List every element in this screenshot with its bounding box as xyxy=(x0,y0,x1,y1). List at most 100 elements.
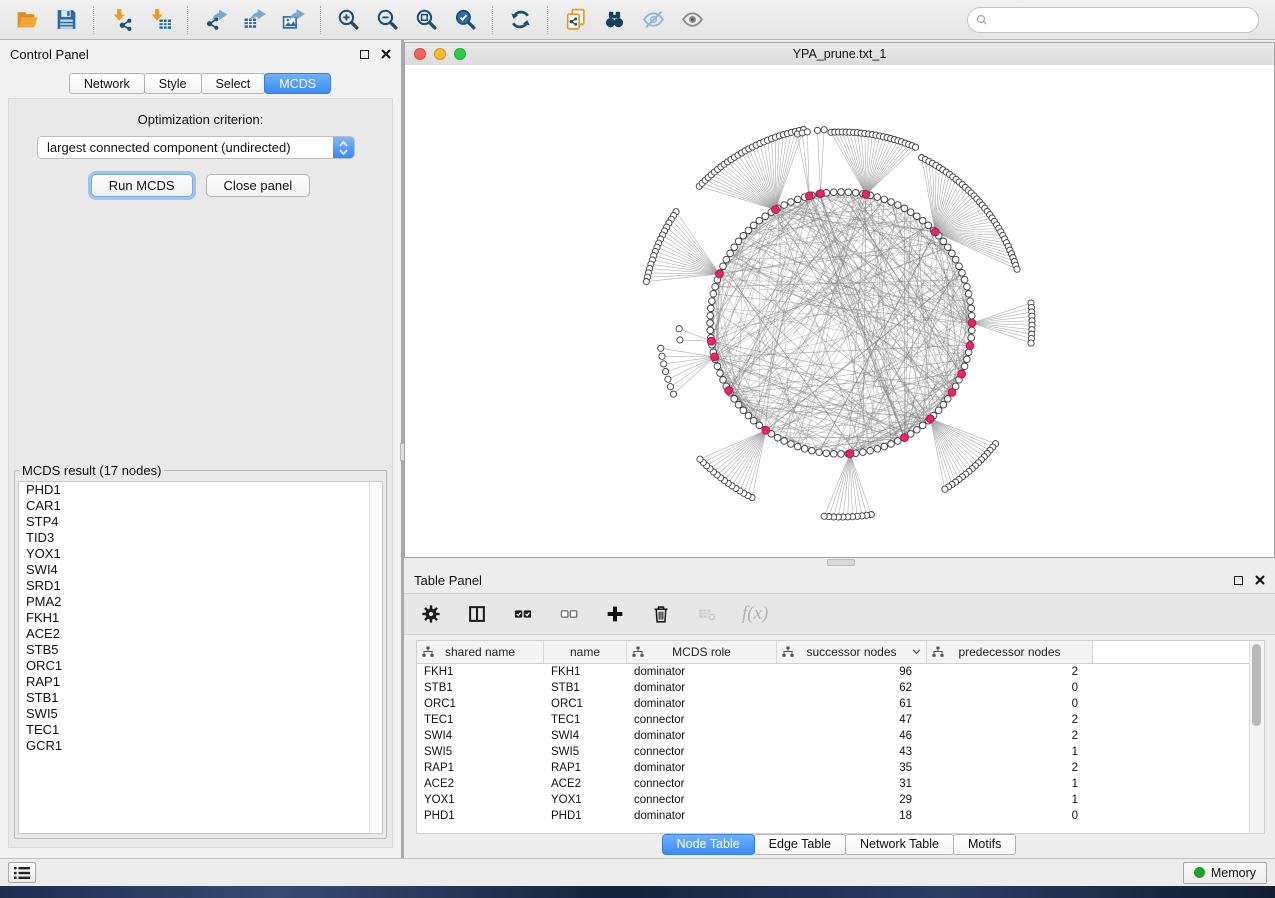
table-scrollbar[interactable] xyxy=(1249,641,1264,833)
mcds-result-node[interactable]: FKH1 xyxy=(19,610,382,626)
import-table-button[interactable] xyxy=(141,3,180,37)
hide-selected-button[interactable] xyxy=(634,3,673,37)
tab-node-table[interactable]: Node Table xyxy=(662,834,755,855)
column-header-predecessor-nodes[interactable]: predecessor nodes xyxy=(927,641,1093,663)
mcds-tab-content: Optimization criterion: largest connecte… xyxy=(8,98,393,848)
mcds-result-node[interactable]: ACE2 xyxy=(19,626,382,642)
network-canvas[interactable] xyxy=(405,65,1274,557)
criterion-select[interactable]: largest connected component (undirected) xyxy=(37,136,355,159)
select-all-columns-button[interactable] xyxy=(512,603,534,625)
export-table-button[interactable] xyxy=(235,3,274,37)
export-image-button[interactable] xyxy=(274,3,313,37)
close-panel-icon[interactable] xyxy=(1255,574,1265,587)
table-row[interactable]: STB1STB1dominator620 xyxy=(417,680,1264,696)
column-header-name[interactable]: name xyxy=(544,641,627,663)
mcds-result-node[interactable]: SRD1 xyxy=(19,578,382,594)
table-cell: 62 xyxy=(777,680,927,696)
toolbar-button-group xyxy=(8,3,712,37)
mcds-result-node[interactable]: PMA2 xyxy=(19,594,382,610)
mcds-result-items: PHD1CAR1STP4TID3YOX1SWI4SRD1PMA2FKH1ACE2… xyxy=(19,482,382,754)
mcds-result-node[interactable]: YOX1 xyxy=(19,546,382,562)
table-row[interactable]: SWI4SWI4dominator462 xyxy=(417,728,1264,744)
network-window-titlebar[interactable]: YPA_prune.txt_1 xyxy=(405,43,1274,66)
zoom-fit-button[interactable] xyxy=(407,3,446,37)
close-panel-icon[interactable] xyxy=(381,48,391,61)
mcds-result-node[interactable]: STB1 xyxy=(19,690,382,706)
import-network-button[interactable] xyxy=(102,3,141,37)
tab-style[interactable]: Style xyxy=(144,73,202,94)
tab-edge-table[interactable]: Edge Table xyxy=(754,834,846,855)
mcds-result-node[interactable]: STP4 xyxy=(19,514,382,530)
scrollbar-thumb[interactable] xyxy=(1252,644,1261,726)
table-cell: FKH1 xyxy=(544,664,627,680)
table-cell: 31 xyxy=(777,776,927,792)
table-row[interactable]: SWI5SWI5connector431 xyxy=(417,744,1264,760)
mcds-result-node[interactable]: RAP1 xyxy=(19,674,382,690)
zoom-in-button[interactable] xyxy=(329,3,368,37)
table-cell: 46 xyxy=(777,728,927,744)
show-columns-button[interactable] xyxy=(466,603,488,625)
mcds-result-node[interactable]: TID3 xyxy=(19,530,382,546)
clone-network-button[interactable] xyxy=(556,3,595,37)
network-search-box[interactable] xyxy=(967,7,1259,33)
refresh-view-button[interactable] xyxy=(501,3,540,37)
tab-network[interactable]: Network xyxy=(69,73,145,94)
column-header-MCDS-role[interactable]: MCDS role xyxy=(627,641,777,663)
tab-select[interactable]: Select xyxy=(201,73,266,94)
table-cell: ACE2 xyxy=(417,776,544,792)
search-input[interactable] xyxy=(990,12,1252,28)
tab-mcds[interactable]: MCDS xyxy=(264,73,331,94)
network-graph-svg xyxy=(405,65,1274,557)
table-row[interactable]: PHD1PHD1dominator180 xyxy=(417,808,1264,824)
attribute-icon xyxy=(782,646,794,658)
mcds-result-node[interactable]: SWI5 xyxy=(19,706,382,722)
zoom-selected-button[interactable] xyxy=(446,3,485,37)
save-session-button[interactable] xyxy=(47,3,86,37)
run-mcds-button[interactable]: Run MCDS xyxy=(91,174,193,197)
table-row[interactable]: ORC1ORC1dominator610 xyxy=(417,696,1264,712)
float-panel-icon[interactable] xyxy=(1234,576,1243,585)
table-cell: 0 xyxy=(927,680,1093,696)
tab-motifs[interactable]: Motifs xyxy=(953,834,1016,855)
column-header-shared-name[interactable]: shared name xyxy=(417,641,544,663)
zoom-out-button[interactable] xyxy=(368,3,407,37)
table-cell: connector xyxy=(627,712,777,728)
close-panel-button[interactable]: Close panel xyxy=(206,174,311,197)
mcds-result-node[interactable]: ORC1 xyxy=(19,658,382,674)
memory-button[interactable]: Memory xyxy=(1183,862,1267,884)
show-all-button[interactable] xyxy=(673,3,712,37)
float-panel-icon[interactable] xyxy=(360,50,369,59)
table-row[interactable]: TEC1TEC1connector472 xyxy=(417,712,1264,728)
table-cell: 1 xyxy=(927,776,1093,792)
splitter-grip[interactable] xyxy=(827,559,855,566)
mcds-result-node[interactable]: GCR1 xyxy=(19,738,382,754)
table-row[interactable]: FKH1FKH1dominator962 xyxy=(417,664,1264,680)
table-cell: SWI4 xyxy=(417,728,544,744)
delete-column-button[interactable] xyxy=(650,603,672,625)
open-file-button[interactable] xyxy=(8,3,47,37)
table-row[interactable]: ACE2ACE2connector311 xyxy=(417,776,1264,792)
mcds-result-node[interactable]: PHD1 xyxy=(19,482,382,498)
horizontal-splitter[interactable] xyxy=(404,558,1275,566)
mcds-result-node[interactable]: SWI4 xyxy=(19,562,382,578)
task-history-button[interactable] xyxy=(8,862,36,883)
table-cell: dominator xyxy=(627,728,777,744)
right-column: YPA_prune.txt_1 Table Panel f(x) shared … xyxy=(404,40,1275,858)
export-network-button[interactable] xyxy=(196,3,235,37)
search-network-button[interactable] xyxy=(595,3,634,37)
status-bar: Memory xyxy=(0,858,1275,886)
table-settings-button[interactable] xyxy=(420,603,442,625)
mcds-result-node[interactable]: STB5 xyxy=(19,642,382,658)
node-table: shared namenameMCDS rolesuccessor nodesp… xyxy=(416,640,1265,834)
table-row[interactable]: RAP1RAP1dominator352 xyxy=(417,760,1264,776)
function-builder-button: f(x) xyxy=(742,603,768,625)
column-header-successor-nodes[interactable]: successor nodes xyxy=(777,641,927,663)
tab-network-table[interactable]: Network Table xyxy=(845,834,954,855)
delete-table-button xyxy=(696,603,718,625)
mcds-result-node[interactable]: TEC1 xyxy=(19,722,382,738)
result-list-scrollbar[interactable] xyxy=(369,482,382,833)
deselect-all-columns-button[interactable] xyxy=(558,603,580,625)
table-row[interactable]: YOX1YOX1connector291 xyxy=(417,792,1264,808)
mcds-result-node[interactable]: CAR1 xyxy=(19,498,382,514)
create-column-button[interactable] xyxy=(604,603,626,625)
